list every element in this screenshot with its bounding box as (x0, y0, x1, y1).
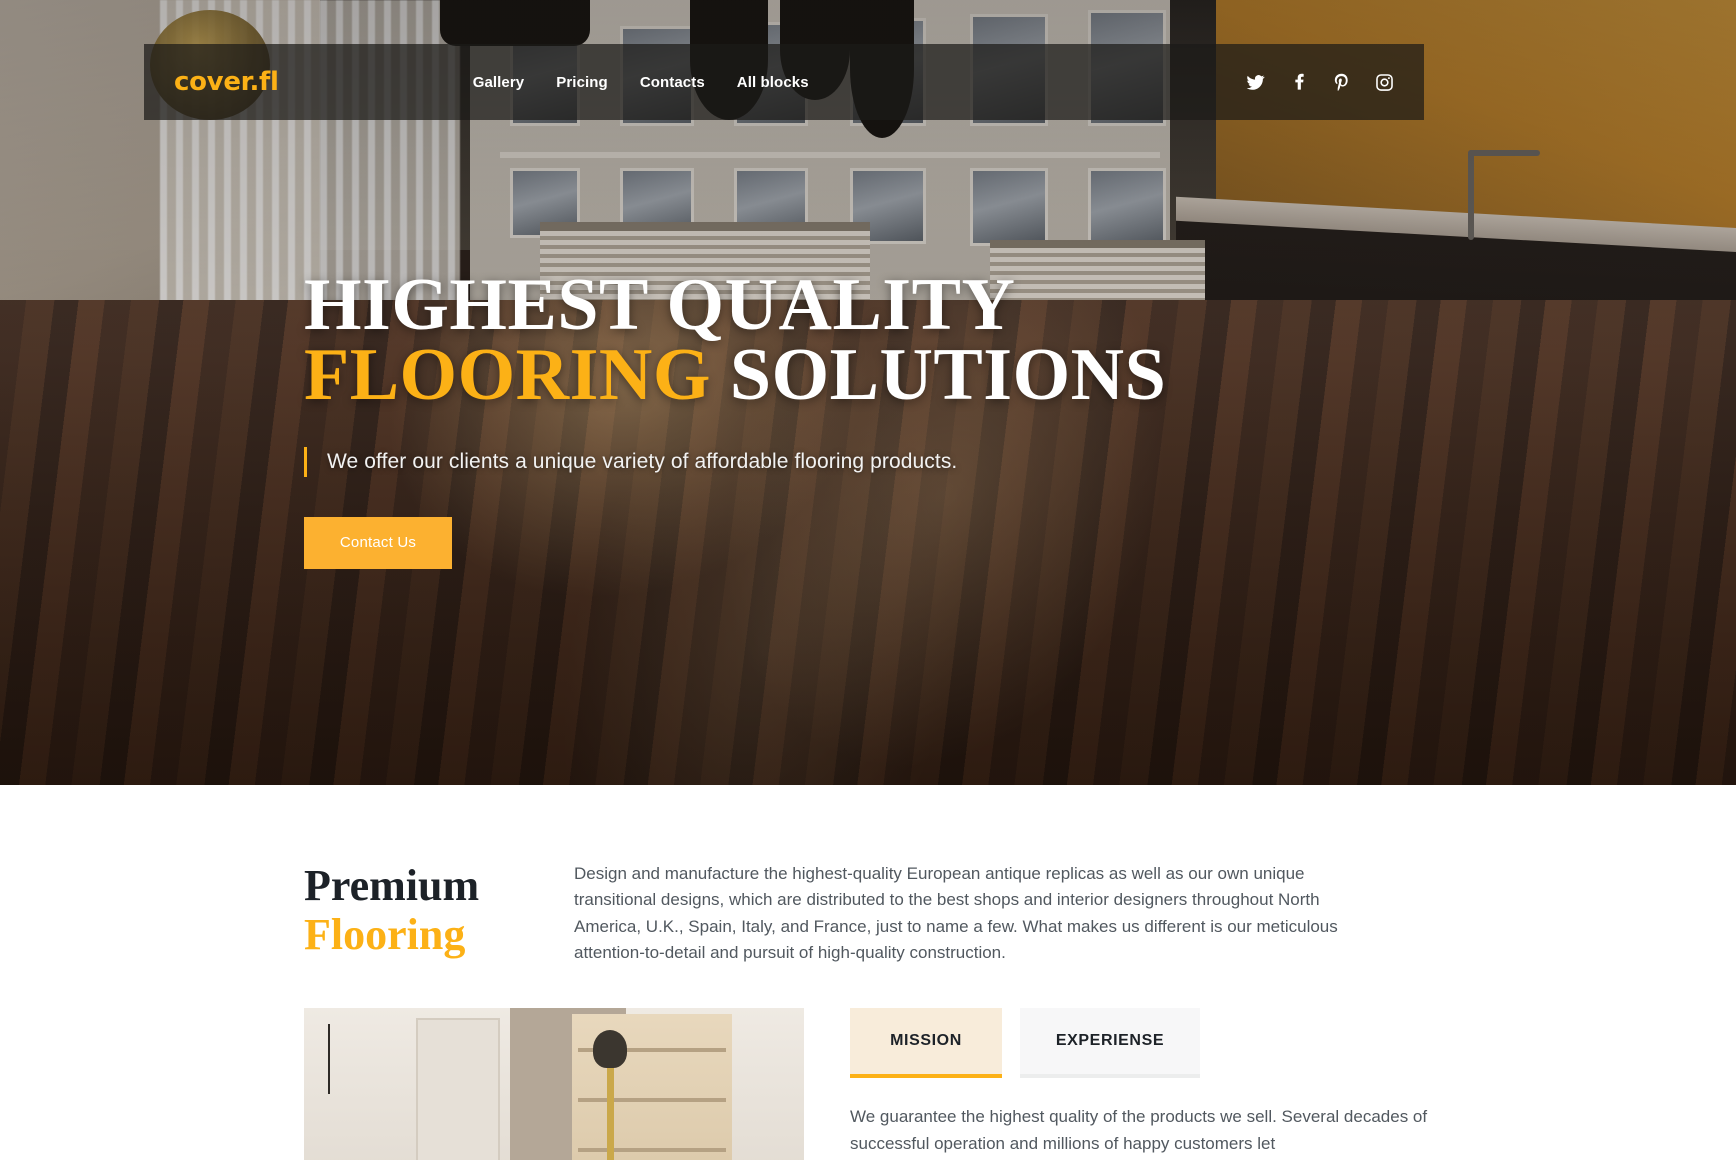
about-title-line2: Flooring (304, 910, 466, 960)
hero-headline-rest: SOLUTIONS (729, 334, 1167, 417)
hero-subtitle: We offer our clients a unique variety of… (327, 449, 958, 473)
about-top: Premium Flooring Design and manufacture … (304, 861, 1432, 966)
about-section: Premium Flooring Design and manufacture … (0, 785, 1736, 1160)
nav-link-contacts[interactable]: Contacts (640, 74, 705, 91)
hero-copy: HIGHEST QUALITY FLOORING SOLUTIONS We of… (304, 268, 1404, 569)
hero-section: cover.fl Gallery Pricing Contacts All bl… (0, 0, 1736, 785)
interior-photo (304, 1008, 804, 1160)
about-tabs: MISSION EXPERIENSE (850, 1008, 1430, 1079)
social-links (1246, 73, 1394, 92)
tab-mission[interactable]: MISSION (850, 1008, 1002, 1079)
tab-panel-text: We guarantee the highest quality of the … (850, 1107, 1428, 1153)
nav-link-gallery[interactable]: Gallery (473, 74, 525, 91)
pinterest-icon[interactable] (1332, 73, 1351, 92)
instagram-icon[interactable] (1375, 73, 1394, 92)
hero-headline-accent: FLOORING (304, 334, 711, 417)
top-navbar: cover.fl Gallery Pricing Contacts All bl… (144, 44, 1424, 120)
hero-subtitle-row: We offer our clients a unique variety of… (304, 446, 1404, 477)
facebook-icon[interactable] (1289, 73, 1308, 92)
about-tabs-column: MISSION EXPERIENSE We guarantee the high… (850, 1008, 1430, 1160)
about-paragraph: Design and manufacture the highest-quali… (574, 864, 1338, 963)
about-bottom: MISSION EXPERIENSE We guarantee the high… (304, 1008, 1432, 1160)
twitter-icon[interactable] (1246, 73, 1265, 92)
accent-bar (304, 446, 307, 477)
about-title-line1: Premium (304, 861, 480, 910)
brand-logo[interactable]: cover.fl (174, 67, 279, 97)
nav-links: Gallery Pricing Contacts All blocks (473, 74, 809, 91)
contact-us-button[interactable]: Contact Us (304, 516, 452, 569)
nav-link-pricing[interactable]: Pricing (556, 74, 608, 91)
tab-experiense[interactable]: EXPERIENSE (1020, 1008, 1200, 1079)
hero-headline: HIGHEST QUALITY FLOORING SOLUTIONS (304, 268, 1404, 412)
about-title: Premium Flooring (304, 861, 514, 966)
nav-link-all-blocks[interactable]: All blocks (737, 74, 809, 91)
